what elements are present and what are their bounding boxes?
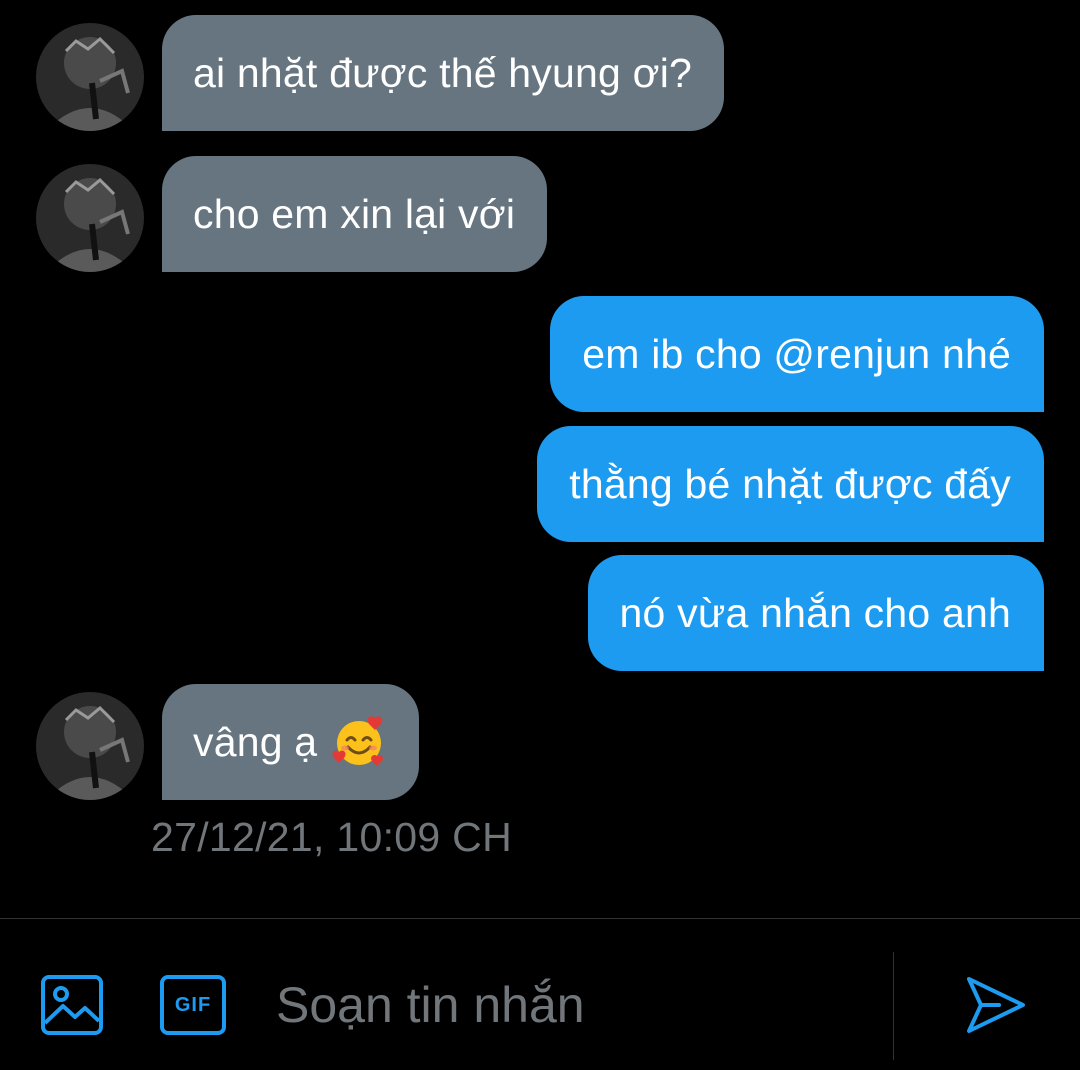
message-text: thằng bé nhặt được đấy xyxy=(569,460,1011,507)
send-icon[interactable] xyxy=(964,974,1028,1036)
smiling-face-with-hearts-icon xyxy=(331,714,387,770)
message-input[interactable] xyxy=(276,970,876,1040)
message-bubble-incoming[interactable]: ai nhặt được thế hyung ơi? xyxy=(162,15,725,131)
avatar[interactable] xyxy=(36,692,144,800)
image-icon[interactable] xyxy=(40,974,104,1036)
message-timestamp: 27/12/21, 10:09 CH xyxy=(151,814,512,860)
message-text: vâng ạ xyxy=(193,718,318,765)
message-text: cho em xin lại với xyxy=(193,190,516,237)
message-text: em ib cho @renjun nhé xyxy=(582,330,1011,377)
message-bubble-outgoing[interactable]: em ib cho @renjun nhé xyxy=(550,296,1044,412)
avatar[interactable] xyxy=(36,23,144,131)
message-bubble-outgoing[interactable]: nó vừa nhắn cho anh xyxy=(587,555,1044,671)
gif-button[interactable]: GIF xyxy=(160,974,226,1036)
message-text: ai nhặt được thế hyung ơi? xyxy=(193,49,693,96)
message-bubble-outgoing[interactable]: thằng bé nhặt được đấy xyxy=(537,426,1044,542)
message-bubble-incoming[interactable]: cho em xin lại với xyxy=(162,156,548,272)
avatar[interactable] xyxy=(36,164,144,272)
composer-vertical-divider xyxy=(893,952,894,1060)
message-bubble-incoming[interactable]: vâng ạ xyxy=(162,684,420,800)
composer-divider xyxy=(0,918,1080,919)
message-text: nó vừa nhắn cho anh xyxy=(619,589,1011,636)
gif-label: GIF xyxy=(174,993,212,1016)
